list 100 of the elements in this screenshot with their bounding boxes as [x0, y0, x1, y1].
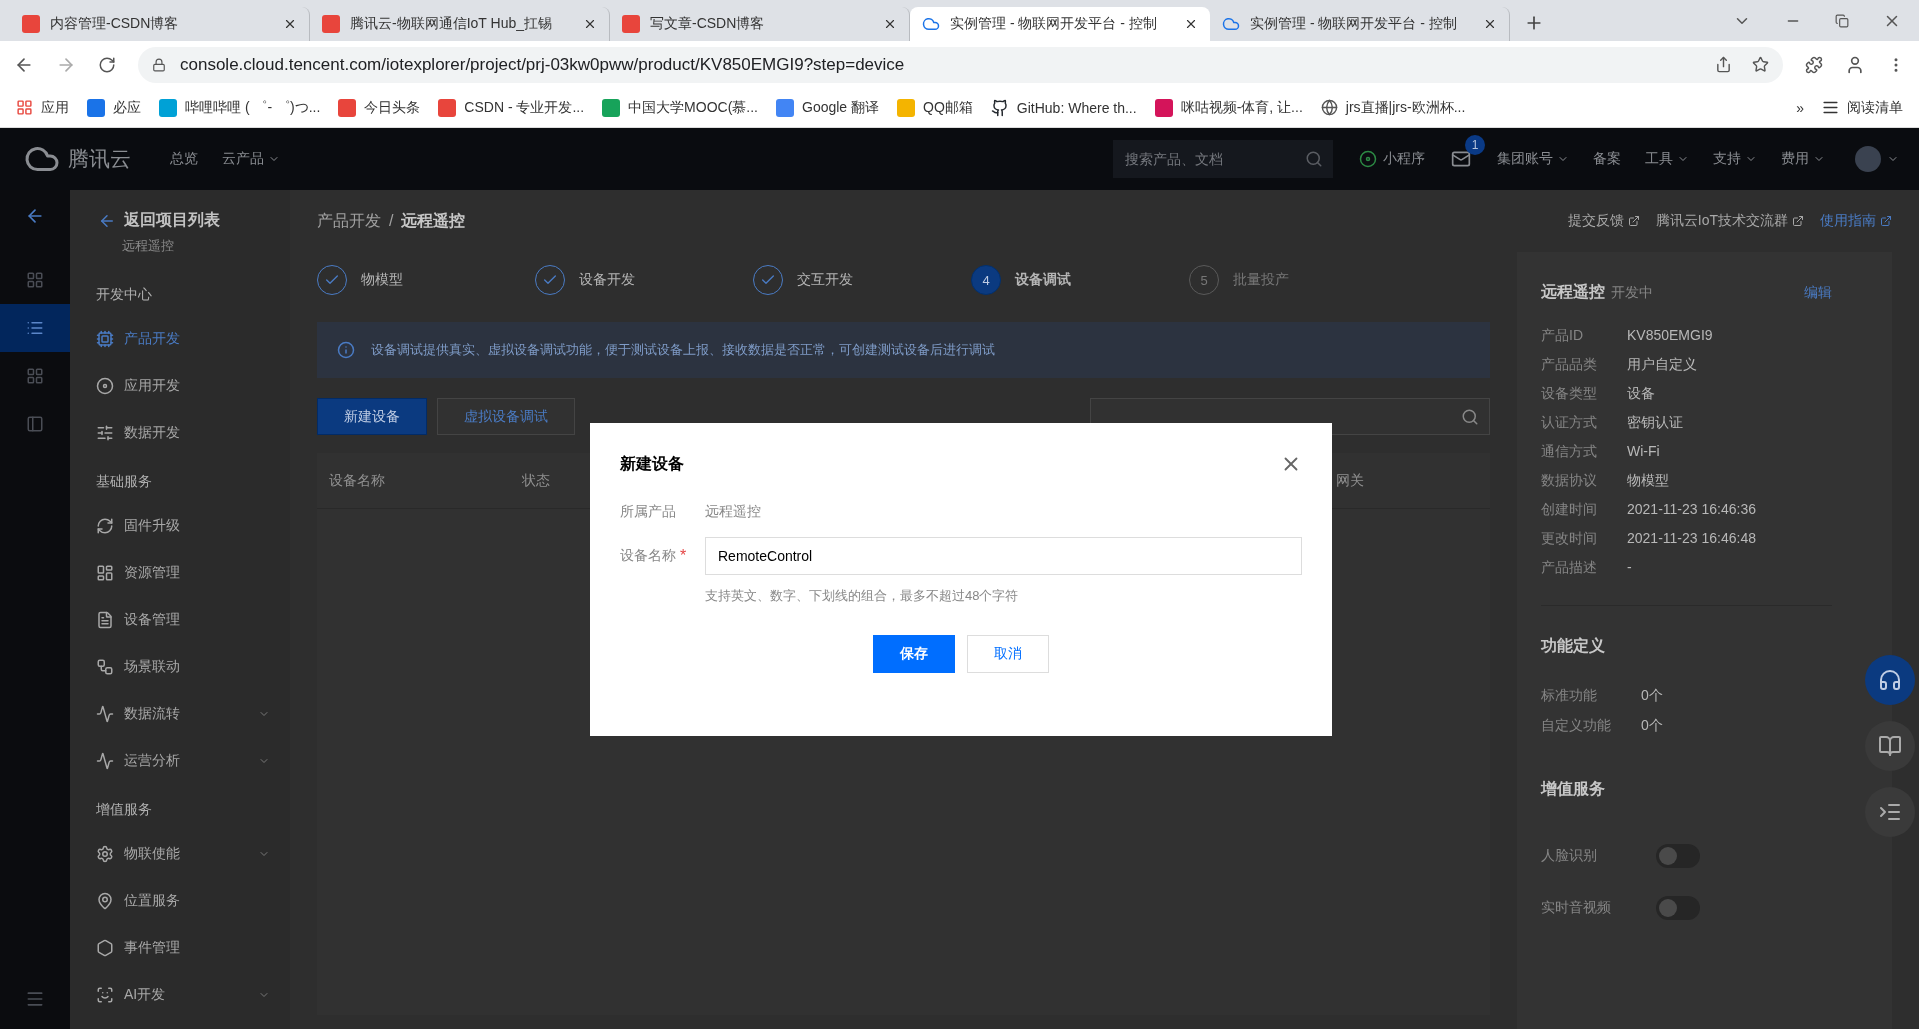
sidebar-item[interactable]: 资源管理: [70, 549, 290, 596]
sidebar-item[interactable]: 物联使能: [70, 830, 290, 877]
close-icon[interactable]: [883, 17, 897, 31]
bookmark[interactable]: 今日头条: [338, 98, 421, 117]
close-icon[interactable]: [283, 17, 297, 31]
face-icon: [96, 985, 114, 1004]
site-icon: [622, 15, 640, 33]
sidebar-item[interactable]: 事件管理: [70, 924, 290, 971]
reload-icon[interactable]: [98, 55, 116, 74]
star-icon[interactable]: [1752, 56, 1769, 73]
product-name: 远程遥控: [1541, 282, 1605, 302]
sidebar-item[interactable]: 数据开发: [70, 409, 290, 456]
close-icon[interactable]: [583, 17, 597, 31]
field-label: 所属产品: [620, 503, 677, 521]
nav-link[interactable]: 工具: [1645, 150, 1689, 168]
mail-icon[interactable]: [1451, 149, 1471, 169]
sidebar-item[interactable]: 数据流转: [70, 690, 290, 737]
workflow-icon: [96, 657, 114, 676]
bookmark[interactable]: 咪咕视频-体育, 让...: [1154, 98, 1303, 117]
sidebar-item[interactable]: AI开发: [70, 971, 290, 1018]
notice-text: 设备调试提供真实、虚拟设备调试功能，便于测试设备上报、接收数据是否正常，可创建测试设备后进行调试: [371, 341, 995, 359]
bookmark[interactable]: 应用: [16, 98, 69, 117]
section-title: 基础服务: [95, 472, 153, 491]
outline-button[interactable]: [1865, 787, 1915, 837]
grid-icon: [26, 271, 44, 289]
nav-link[interactable]: 费用: [1781, 150, 1825, 168]
function-count: 0个: [1641, 687, 1663, 705]
property-label: 数据协议: [1541, 472, 1598, 490]
input-field[interactable]: RemoteControl: [705, 537, 1302, 575]
sidebar-item[interactable]: 位置服务: [70, 877, 290, 924]
property-value: 设备: [1627, 385, 1656, 403]
overflow-button[interactable]: »: [1796, 99, 1804, 116]
headset-icon: [1878, 668, 1902, 692]
toggle-switch[interactable]: [1656, 844, 1700, 868]
close-icon[interactable]: [1483, 17, 1497, 31]
sidebar-item[interactable]: 运营分析: [70, 737, 290, 784]
notification-badge: 1: [1465, 135, 1485, 155]
restore-icon[interactable]: [1835, 13, 1849, 28]
breadcrumb-item: 远程遥控: [401, 210, 466, 231]
address-field[interactable]: console.cloud.tencent.com/iotexplorer/project/prj-03kw0pww/product/KV850EMGI9?step=device: [138, 46, 1783, 83]
reading-list[interactable]: 阅读清单: [1822, 98, 1903, 117]
mini-program-icon: [1359, 150, 1377, 168]
sidebar-item[interactable]: 场景联动: [70, 643, 290, 690]
section-title: 增值服务: [1541, 779, 1605, 799]
save-button[interactable]: 保存: [873, 635, 955, 673]
property-value: 2021-11-23 16:46:36: [1627, 501, 1756, 519]
function-label: 标准功能: [1541, 687, 1598, 705]
sidebar-item[interactable]: 设备管理: [70, 596, 290, 643]
function-label: 自定义功能: [1541, 717, 1612, 735]
bookmark[interactable]: Google 翻译: [776, 98, 880, 117]
property-label: 创建时间: [1541, 501, 1598, 519]
nav-link[interactable]: 备案: [1593, 150, 1621, 168]
property-value: KV850EMGI9: [1627, 327, 1714, 345]
property-label: 设备类型: [1541, 385, 1598, 403]
external-link-icon: [1792, 215, 1804, 227]
dialog-title: 新建设备: [620, 453, 684, 474]
browser-tab[interactable]: 实例管理 - 物联网开发平台 - 控制: [910, 7, 1210, 41]
bookmark[interactable]: 中国大学MOOC(慕...: [602, 98, 758, 117]
bookmark[interactable]: jrs直播|jrs-欧洲杯...: [1320, 98, 1466, 117]
nav-link[interactable]: 集团账号: [1497, 150, 1569, 168]
docs-button[interactable]: [1865, 721, 1915, 771]
pulse-icon: [96, 751, 114, 770]
bookmark[interactable]: QQ邮箱: [897, 98, 973, 117]
field-hint: 支持英文、数字、下划线的组合，最多不超过48个字符: [705, 587, 1020, 605]
extensions-icon[interactable]: [1805, 55, 1823, 74]
mini-program-link[interactable]: 小程序: [1359, 150, 1425, 168]
help-link[interactable]: 使用指南: [1820, 212, 1892, 230]
dashboard-icon: [96, 563, 114, 582]
toggle-switch[interactable]: [1656, 896, 1700, 920]
site-icon: [1154, 98, 1173, 117]
help-link[interactable]: 腾讯云IoT技术交流群: [1655, 212, 1804, 230]
share-icon[interactable]: [1715, 56, 1732, 73]
bookmark[interactable]: GitHub: Where th...: [990, 98, 1137, 117]
search-field[interactable]: 搜索产品、文档: [1113, 140, 1333, 178]
close-icon[interactable]: [1184, 17, 1198, 31]
sidebar-item[interactable]: 应用开发: [70, 362, 290, 409]
hexagon-icon: [96, 938, 114, 957]
help-link[interactable]: 提交反馈: [1567, 212, 1640, 230]
support-button[interactable]: [1865, 655, 1915, 705]
property-label: 产品描述: [1541, 559, 1598, 577]
cancel-button[interactable]: 取消: [967, 635, 1049, 673]
project-name: 远程遥控: [121, 237, 175, 255]
nav-link[interactable]: 云产品: [222, 150, 280, 168]
breadcrumb-item[interactable]: 产品开发: [317, 210, 381, 232]
section-title: 增值服务: [95, 800, 153, 819]
toolbar-button[interactable]: 新建设备: [317, 398, 427, 435]
nav-link[interactable]: 总览: [170, 150, 198, 168]
back-link[interactable]: 返回项目列表: [70, 210, 220, 231]
service-label: 实时音视频: [1541, 899, 1612, 917]
property-label: 产品品类: [1541, 356, 1598, 374]
bookmark[interactable]: 必应: [87, 98, 141, 117]
bookmark[interactable]: CSDN - 专业开发...: [438, 98, 585, 117]
site-icon: [159, 98, 177, 117]
bookmark[interactable]: 哔哩哔哩 ( ゜- ゜)つ...: [159, 98, 321, 117]
sidebar-item[interactable]: 产品开发: [70, 315, 290, 362]
chip-icon: [96, 329, 114, 348]
list-icon: [26, 319, 44, 337]
profile-icon[interactable]: [1845, 54, 1865, 75]
sidebar-item[interactable]: 固件升级: [70, 502, 290, 549]
nav-link[interactable]: 支持: [1713, 150, 1757, 168]
